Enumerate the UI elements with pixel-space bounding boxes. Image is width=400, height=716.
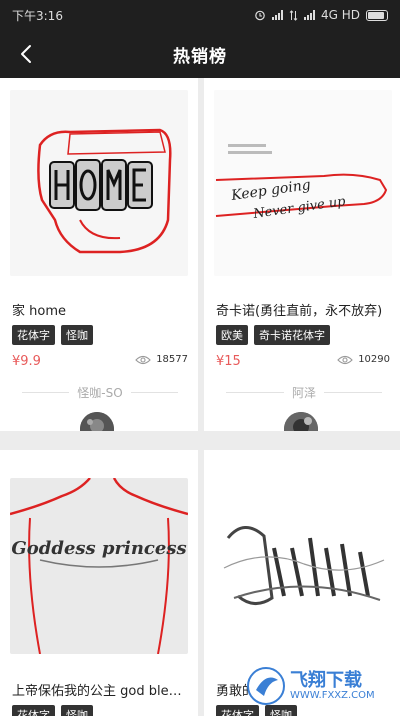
product-image[interactable] [214,478,392,654]
product-image[interactable]: Keep going Never give up [214,90,392,276]
tag[interactable]: 欧美 [216,325,248,345]
author-row: 怪咖-SO [22,384,178,401]
product-card[interactable]: Keep going Never give up 奇卡诺(勇往直前，永不放弃) … [204,78,400,431]
alarm-icon [255,10,265,21]
author-name[interactable]: 怪咖-SO [77,384,122,401]
signal-icon [271,10,283,20]
divider [130,392,178,393]
product-image[interactable] [10,90,188,276]
view-count-value: 10290 [358,354,390,365]
tag[interactable]: 花体字 [12,325,55,345]
forearm-tattoo-illustration: Keep going Never give up [214,90,392,276]
price: ¥9.9 [12,354,41,369]
eye-icon [337,355,353,364]
author-row: 阿泽 [226,384,383,401]
signal-2-icon [303,10,315,20]
product-card[interactable]: Goddess princess 上帝保佑我的公主 god bless... 花… [0,450,198,716]
tag[interactable]: 怪咖 [61,325,93,345]
eye-icon [135,355,151,364]
status-bar: 下午3:16 4G HD [0,0,400,30]
fist-tattoo-illustration [10,90,188,276]
watermark: 飞翔下载 WWW.FXXZ.COM [246,662,392,710]
product-title[interactable]: 奇卡诺(勇往直前，永不放弃) [216,300,392,319]
view-count: 10290 [337,354,390,365]
product-card[interactable]: 家 home 花体字 怪咖 ¥9.9 18577 怪咖-SO [0,78,198,431]
view-count: 18577 [135,354,188,365]
lettering-tattoo-illustration [214,478,392,654]
status-icons: 4G HD [254,8,388,22]
back-tattoo-illustration: Goddess princess [10,478,188,654]
product-image[interactable]: Goddess princess [10,478,188,654]
art-text: Goddess princess [11,538,186,559]
status-time: 下午3:16 [12,8,63,23]
divider [324,392,383,393]
tag[interactable]: 花体字 [12,705,55,716]
chevron-left-icon [21,45,31,63]
price: ¥15 [216,354,241,369]
tag[interactable]: 怪咖 [61,705,93,716]
view-count-value: 18577 [156,354,188,365]
product-title[interactable]: 上帝保佑我的公主 god bless... [12,680,188,699]
tag-list: 花体字 怪咖 [12,325,93,345]
tag[interactable]: 奇卡诺花体字 [254,325,330,345]
divider [226,392,284,393]
nav-bar: 热销榜 [0,30,400,78]
product-feed[interactable]: 家 home 花体字 怪咖 ¥9.9 18577 怪咖-SO Keep goin… [0,78,400,716]
avatar[interactable] [80,412,114,431]
divider [22,392,70,393]
page-title: 热销榜 [173,46,227,67]
product-title[interactable]: 家 home [12,300,188,319]
tag-list: 花体字 怪咖 [12,705,93,716]
network-type: 4G HD [320,8,360,22]
avatar[interactable] [284,412,318,431]
watermark-url: WWW.FXXZ.COM [290,690,375,702]
tag-list: 欧美 奇卡诺花体字 [216,325,330,345]
watermark-text: 飞翔下载 [290,669,362,691]
author-name[interactable]: 阿泽 [292,384,316,401]
back-button[interactable] [10,38,42,70]
watermark-logo-icon [247,667,285,705]
battery-icon [366,9,388,21]
data-transfer-icon [289,9,298,21]
